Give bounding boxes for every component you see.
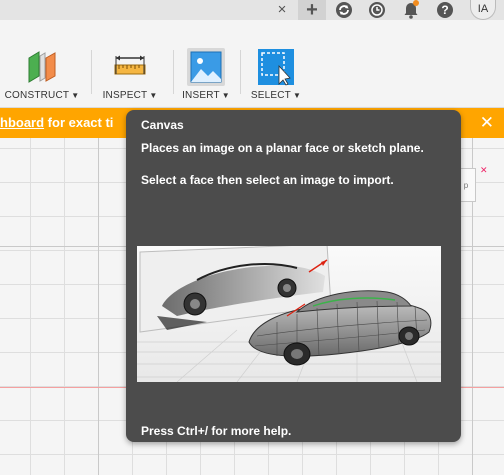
car-illustration-image xyxy=(137,246,441,382)
insert-label: INSERT ▼ xyxy=(182,90,230,101)
viewcube-x-icon: ✕ xyxy=(480,165,488,175)
canvas-tooltip: Canvas Places an image on a planar face … xyxy=(126,110,461,442)
tooltip-instruction: Select a face then select an image to im… xyxy=(141,173,394,187)
select-label: SELECT ▼ xyxy=(250,90,302,101)
tooltip-help-hint: Press Ctrl+/ for more help. xyxy=(141,424,292,438)
inspect-label: INSPECT ▼ xyxy=(102,90,158,101)
new-tab-button[interactable]: + xyxy=(298,0,326,20)
select-menu[interactable]: SELECT ▼ xyxy=(246,20,306,108)
insert-image-icon xyxy=(187,48,225,86)
tooltip-title: Canvas xyxy=(141,118,184,132)
chevron-down-icon: ▼ xyxy=(292,91,302,100)
construct-menu[interactable]: CONSTRUCT ▼ xyxy=(0,20,84,108)
close-banner-button[interactable]: ✕ xyxy=(480,108,494,138)
chevron-down-icon: ▼ xyxy=(71,91,80,100)
user-avatar[interactable]: IA xyxy=(470,0,496,20)
select-cursor-icon xyxy=(257,48,295,86)
history-icon[interactable] xyxy=(368,1,386,19)
svg-text:?: ? xyxy=(441,3,448,17)
measure-ruler-icon xyxy=(111,48,149,86)
dashboard-link[interactable]: hboard xyxy=(0,115,44,130)
inspect-menu[interactable]: INSPECT ▼ xyxy=(96,20,164,108)
banner-message: hboard for exact ti xyxy=(0,108,113,138)
title-bar: × + ? IA xyxy=(0,0,504,20)
construct-plane-icon xyxy=(23,48,61,86)
tooltip-description: Places an image on a planar face or sket… xyxy=(141,141,424,155)
insert-menu[interactable]: INSERT ▼ xyxy=(178,20,234,108)
notifications-icon[interactable] xyxy=(402,0,420,20)
toolbar-divider xyxy=(91,50,92,94)
close-tab-button[interactable]: × xyxy=(272,0,292,20)
construct-label: CONSTRUCT ▼ xyxy=(4,90,80,101)
chevron-down-icon: ▼ xyxy=(149,91,158,100)
job-status-icon[interactable] xyxy=(335,1,353,19)
grid-line xyxy=(98,138,99,475)
toolbar-divider xyxy=(240,50,241,94)
toolbar: CONSTRUCT ▼ INSPECT ▼ INSERT ▼ SELECT ▼ xyxy=(0,20,504,108)
banner-text: for exact ti xyxy=(44,115,114,130)
help-icon[interactable]: ? xyxy=(436,1,454,19)
chevron-down-icon: ▼ xyxy=(221,91,230,100)
toolbar-divider xyxy=(173,50,174,94)
